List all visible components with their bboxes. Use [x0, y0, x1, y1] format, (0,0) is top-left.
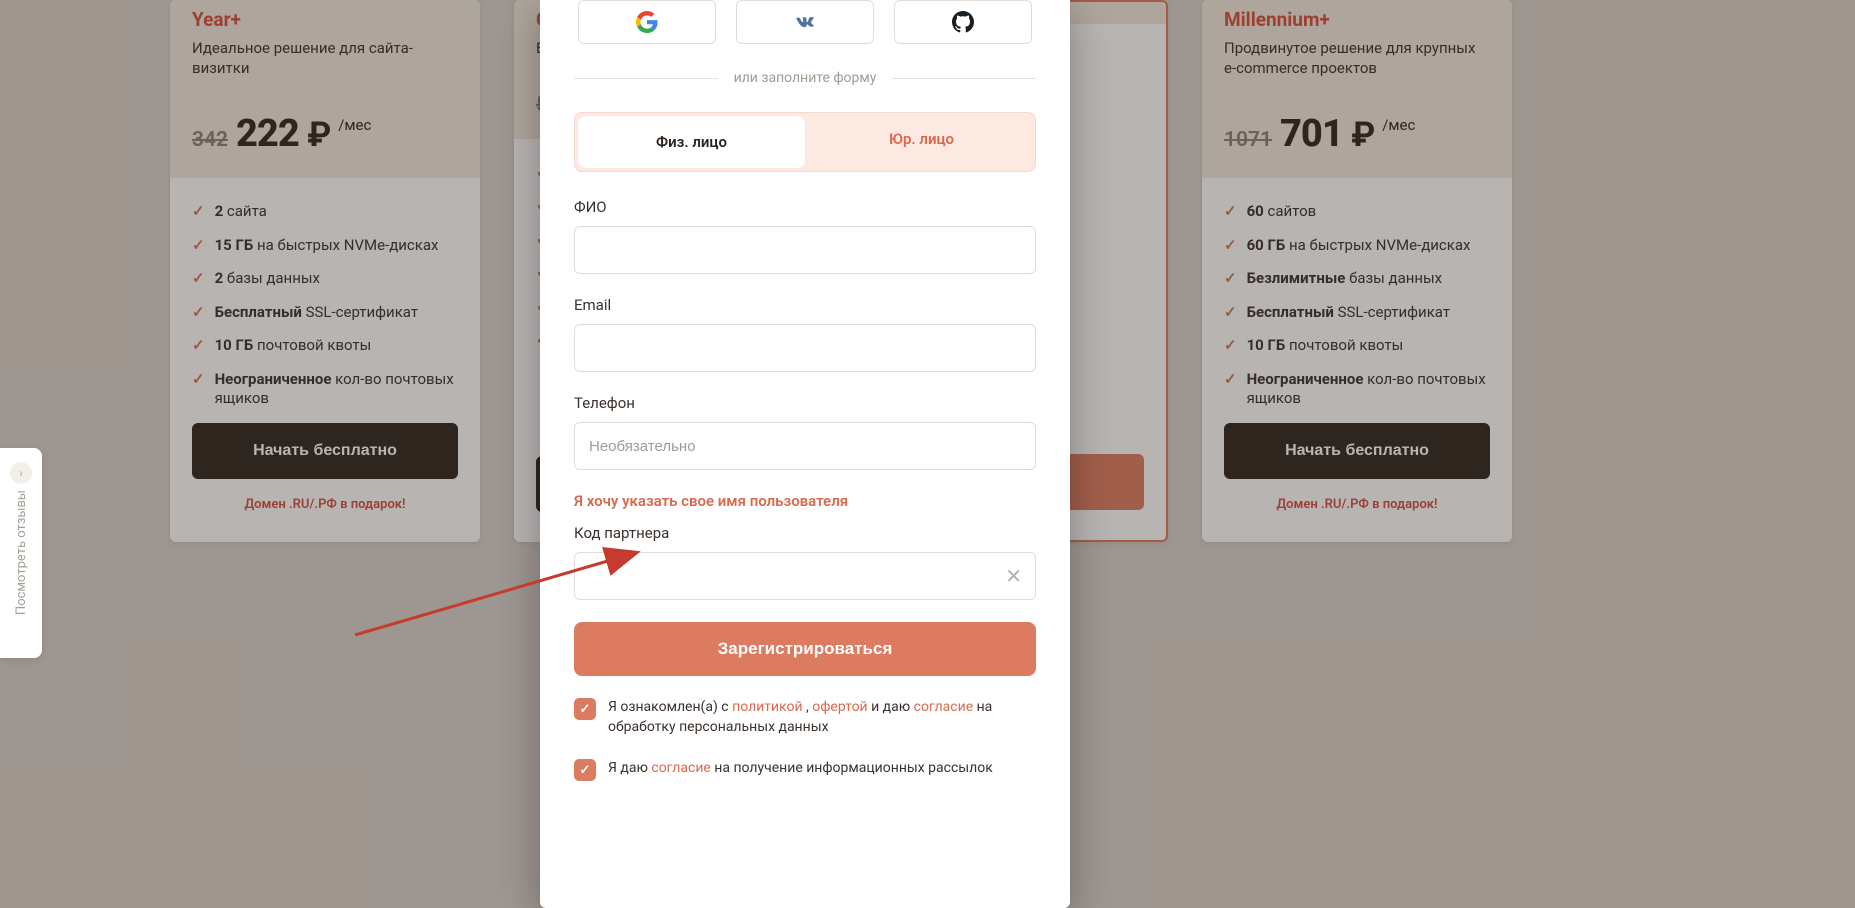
feature: Безлимитные базы данных	[1224, 269, 1490, 289]
plan-title: Millennium+	[1224, 0, 1490, 31]
old-price: 342	[192, 128, 228, 152]
github-login-button[interactable]	[894, 0, 1032, 44]
plan-subtitle: Продвинутое решение для крупных e-commer…	[1224, 39, 1490, 78]
partner-label: Код партнера	[574, 524, 1036, 542]
vk-login-button[interactable]	[736, 0, 874, 44]
specify-username-link[interactable]: Я хочу указать свое имя пользователя	[574, 492, 1036, 510]
start-free-button[interactable]: Начать бесплатно	[1224, 423, 1490, 479]
plan-title: Year+	[192, 0, 458, 31]
github-icon	[952, 11, 974, 33]
vk-icon	[792, 9, 818, 35]
feature: Неограниченное кол-во почтовых ящиков	[1224, 370, 1490, 409]
gift-text: Домен .RU/.РФ в подарок!	[192, 497, 458, 512]
phone-label: Телефон	[574, 394, 1036, 412]
tab-legal[interactable]: Юр. лицо	[808, 113, 1035, 165]
gift-text: Домен .RU/.РФ в подарок!	[1224, 497, 1490, 512]
reviews-side-tab[interactable]: › Посмотреть отзывы	[0, 448, 42, 658]
per-month: /мес	[338, 116, 371, 134]
feature: 60 ГБ на быстрых NVMe-дисках	[1224, 236, 1490, 256]
offer-link[interactable]: офертой	[812, 699, 867, 715]
entity-type-tabs: Физ. лицо Юр. лицо	[574, 112, 1036, 172]
feature: 60 сайтов	[1224, 202, 1490, 222]
consent-newsletter-text: Я даю согласие на получение информационн…	[608, 759, 993, 779]
feature: Бесплатный SSL-сертификат	[1224, 303, 1490, 323]
feature: 15 ГБ на быстрых NVMe-дисках	[192, 236, 458, 256]
price: 222	[236, 112, 299, 156]
policy-link[interactable]: политикой	[732, 699, 802, 715]
per-month: /мес	[1382, 116, 1415, 134]
ruble-icon: ₽	[1351, 115, 1374, 155]
feature: Бесплатный SSL-сертификат	[192, 303, 458, 323]
register-button[interactable]: Зарегистрироваться	[574, 622, 1036, 676]
phone-input[interactable]	[574, 422, 1036, 470]
feature: Неограниченное кол-во почтовых ящиков	[192, 370, 458, 409]
consent-policy-checkbox[interactable]: ✓	[574, 698, 596, 720]
old-price: 1071	[1224, 128, 1272, 152]
partner-code-input[interactable]	[574, 552, 1036, 600]
fio-label: ФИО	[574, 198, 1036, 216]
fio-input[interactable]	[574, 226, 1036, 274]
plan-subtitle: Идеальное решение для сайта-визитки	[192, 39, 458, 78]
agree-link-2[interactable]: согласие	[651, 760, 710, 776]
feature: 10 ГБ почтовой квоты	[1224, 336, 1490, 356]
reviews-label: Посмотреть отзывы	[14, 490, 29, 615]
ruble-icon: ₽	[307, 115, 330, 155]
agree-link[interactable]: согласие	[914, 699, 973, 715]
consent-policy-text: Я ознакомлен(а) с политикой , офертой и …	[608, 698, 1036, 737]
consent-newsletter-checkbox[interactable]: ✓	[574, 759, 596, 781]
tab-individual[interactable]: Физ. лицо	[578, 116, 805, 168]
feature: 2 сайта	[192, 202, 458, 222]
google-login-button[interactable]	[578, 0, 716, 44]
email-label: Email	[574, 296, 1036, 314]
feature: 10 ГБ почтовой квоты	[192, 336, 458, 356]
plan-card-year: Year+ Идеальное решение для сайта-визитк…	[170, 0, 480, 542]
plan-card-millennium: Millennium+ Продвинутое решение для круп…	[1202, 0, 1512, 542]
feature: 2 базы данных	[192, 269, 458, 289]
register-modal: или заполните форму Физ. лицо Юр. лицо Ф…	[540, 0, 1070, 908]
chevron-right-icon: ›	[10, 462, 32, 484]
divider-text: или заполните форму	[574, 70, 1036, 86]
start-free-button[interactable]: Начать бесплатно	[192, 423, 458, 479]
google-icon	[636, 11, 658, 33]
price: 701	[1280, 112, 1343, 156]
clear-icon[interactable]: ✕	[1005, 564, 1022, 588]
email-input[interactable]	[574, 324, 1036, 372]
